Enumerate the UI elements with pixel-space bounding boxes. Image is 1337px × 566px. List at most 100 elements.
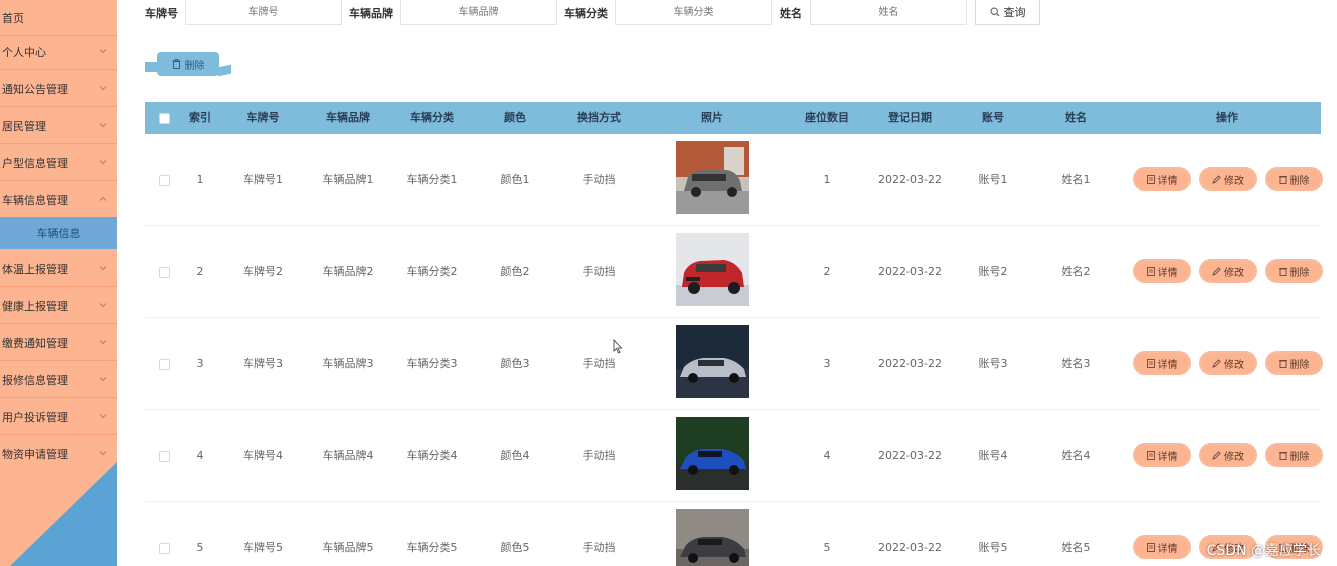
detail-button[interactable]: 详情 — [1133, 535, 1191, 559]
sidebar-item-label: 居民管理 — [2, 119, 46, 133]
name-label: 姓名 — [780, 6, 802, 20]
chevron-down-icon — [99, 451, 107, 456]
sidebar-item-personal-center[interactable]: 个人中心 — [0, 34, 117, 70]
cell-brand: 车辆品牌4 — [322, 449, 374, 462]
car-photo[interactable] — [676, 509, 749, 566]
trash-icon — [1278, 175, 1287, 184]
delete-button[interactable]: 删除 — [1265, 167, 1323, 191]
plate-input[interactable] — [185, 0, 342, 25]
car-photo[interactable] — [676, 141, 749, 214]
car-photo-icon — [676, 509, 749, 566]
detail-button[interactable]: 详情 — [1133, 443, 1191, 467]
car-photo-icon — [676, 417, 749, 490]
car-photo-icon — [676, 141, 749, 214]
batch-delete-button[interactable]: 删除 — [145, 52, 231, 77]
row-checkbox[interactable] — [159, 359, 170, 370]
row-checkbox[interactable] — [159, 451, 170, 462]
cell-name: 姓名2 — [1061, 265, 1091, 278]
sidebar-item-house-types[interactable]: 户型信息管理 — [0, 145, 117, 181]
detail-button[interactable]: 详情 — [1133, 167, 1191, 191]
cell-plate: 车牌号1 — [243, 173, 283, 186]
sidebar-item-label: 用户投诉管理 — [2, 410, 68, 424]
row-actions: 详情 修改 删除 — [1133, 259, 1323, 283]
sidebar-item-health[interactable]: 健康上报管理 — [0, 288, 117, 324]
cell-account: 账号3 — [978, 357, 1008, 370]
sidebar-subitem-vehicle-info[interactable]: 车辆信息 — [0, 217, 117, 249]
cell-plate: 车牌号4 — [243, 449, 283, 462]
cell-seats: 3 — [823, 357, 831, 370]
sidebar-item-residents[interactable]: 居民管理 — [0, 108, 117, 144]
button-decoration — [218, 64, 231, 77]
chevron-down-icon — [99, 160, 107, 165]
cell-seats: 5 — [823, 541, 831, 554]
row-actions: 详情 修改 删除 — [1133, 167, 1323, 191]
cell-seats: 4 — [823, 449, 831, 462]
trash-icon — [1278, 359, 1287, 368]
sidebar-item-fees[interactable]: 缴费通知管理 — [0, 325, 117, 361]
delete-button[interactable]: 删除 — [1265, 259, 1323, 283]
cell-shift: 手动挡 — [582, 357, 616, 370]
sidebar-item-temperature[interactable]: 体温上报管理 — [0, 251, 117, 287]
brand-input[interactable] — [400, 0, 557, 25]
select-all-checkbox[interactable] — [159, 113, 170, 124]
detail-button[interactable]: 详情 — [1133, 351, 1191, 375]
sidebar-item-complaints[interactable]: 用户投诉管理 — [0, 399, 117, 435]
sidebar-item-notices[interactable]: 通知公告管理 — [0, 71, 117, 107]
cell-plate: 车牌号3 — [243, 357, 283, 370]
car-photo[interactable] — [676, 325, 749, 398]
brand-label: 车辆品牌 — [349, 6, 393, 20]
cell-account: 账号5 — [978, 541, 1008, 554]
category-input[interactable] — [615, 0, 772, 25]
sidebar-item-vehicles[interactable]: 车辆信息管理 — [0, 182, 117, 218]
cell-brand: 车辆品牌1 — [322, 173, 374, 186]
row-checkbox[interactable] — [159, 175, 170, 186]
edit-button[interactable]: 修改 — [1199, 167, 1257, 191]
cell-shift: 手动挡 — [582, 173, 616, 186]
detail-button-label: 详情 — [1157, 267, 1178, 279]
edit-button[interactable]: 修改 — [1199, 443, 1257, 467]
sidebar-item-home[interactable]: 首页 — [0, 0, 117, 36]
delete-button[interactable]: 删除 — [1265, 351, 1323, 375]
cell-date: 2022-03-22 — [878, 173, 942, 186]
row-actions: 详情 修改 删除 — [1133, 351, 1323, 375]
edit-button-label: 修改 — [1224, 267, 1244, 279]
cell-name: 姓名4 — [1061, 449, 1091, 462]
sidebar-item-label: 缴费通知管理 — [2, 336, 68, 350]
cell-name: 姓名5 — [1061, 541, 1091, 554]
sidebar-item-repairs[interactable]: 报修信息管理 — [0, 362, 117, 398]
chevron-down-icon — [99, 340, 107, 345]
edit-icon — [1212, 266, 1221, 276]
car-photo[interactable] — [676, 233, 749, 306]
edit-button-label: 修改 — [1224, 359, 1244, 371]
cell-color: 颜色3 — [500, 357, 530, 370]
edit-button[interactable]: 修改 — [1199, 351, 1257, 375]
car-photo[interactable] — [676, 417, 749, 490]
edit-button[interactable]: 修改 — [1199, 259, 1257, 283]
edit-icon — [1212, 358, 1221, 368]
sidebar-item-label: 健康上报管理 — [2, 299, 68, 313]
sidebar-item-label: 户型信息管理 — [2, 156, 68, 170]
row-checkbox[interactable] — [159, 267, 170, 278]
watermark: CSDN @嘉应学长 — [1206, 543, 1321, 559]
row-checkbox[interactable] — [159, 543, 170, 554]
table-row: 3 车牌号3 车辆品牌3 车辆分类3 颜色3 手动挡 3 2022-03-22 … — [145, 318, 1323, 410]
delete-button[interactable]: 删除 — [1265, 443, 1323, 467]
car-photo-icon — [676, 233, 749, 306]
col-index: 索引 — [189, 111, 211, 124]
cell-shift: 手动挡 — [582, 265, 616, 278]
edit-icon — [1212, 450, 1221, 460]
cell-plate: 车牌号2 — [243, 265, 283, 278]
row-actions: 详情 修改 删除 — [1133, 443, 1323, 467]
detail-button[interactable]: 详情 — [1133, 259, 1191, 283]
name-input[interactable] — [810, 0, 967, 25]
delete-button-label: 删除 — [1289, 175, 1310, 187]
category-label: 车辆分类 — [564, 6, 608, 20]
detail-button-label: 详情 — [1157, 543, 1178, 555]
sidebar-item-supplies[interactable]: 物资申请管理 — [0, 436, 117, 472]
chevron-down-icon — [99, 414, 107, 419]
cell-account: 账号2 — [978, 265, 1008, 278]
query-button[interactable]: 查询 — [975, 0, 1040, 25]
cell-color: 颜色5 — [500, 541, 530, 554]
col-ops: 操作 — [1216, 111, 1238, 124]
cell-plate: 车牌号5 — [243, 541, 283, 554]
